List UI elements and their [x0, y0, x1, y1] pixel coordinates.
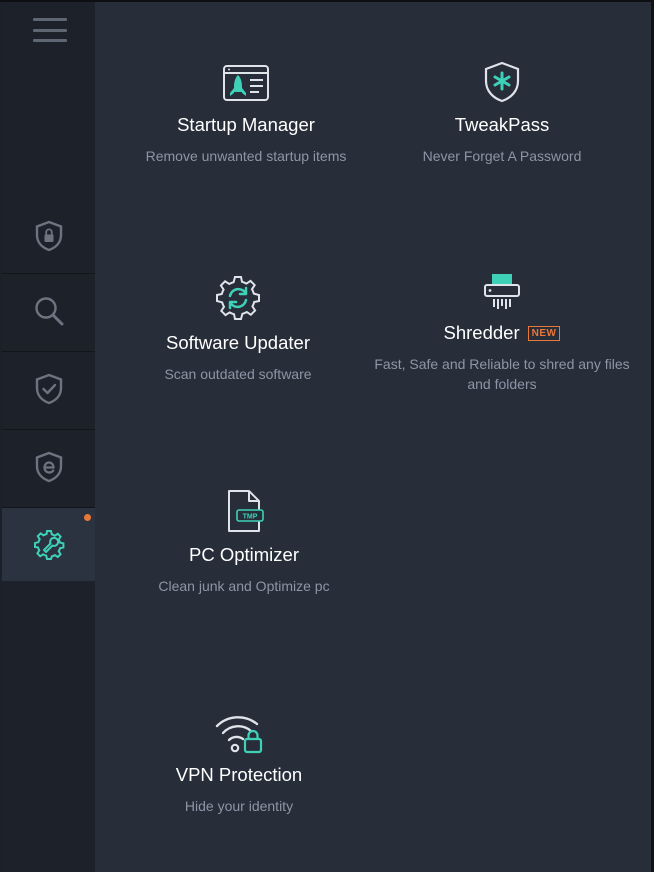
startup-rocket-icon: [223, 65, 269, 101]
tile-title: TweakPass: [454, 114, 550, 135]
tile-title: Startup Manager: [177, 114, 315, 135]
tile-title: VPN Protection: [175, 764, 303, 785]
shredder-title: Shredder: [443, 322, 520, 343]
sidebar-item-web-protection[interactable]: [2, 429, 95, 503]
tile-title: PC Optimizer: [189, 544, 299, 565]
shield-asterisk-icon: [484, 61, 520, 103]
gear-refresh-icon: [216, 276, 260, 320]
shredder-icon: [484, 274, 520, 309]
tools-panel: Startup Manager Remove unwanted startup …: [95, 2, 651, 872]
tile-pc-optimizer[interactable]: TMP PC Optimizer Clean junk and Optimize…: [124, 488, 364, 596]
new-badge: NEW: [527, 326, 561, 341]
tile-vpn-protection[interactable]: VPN Protection Hide your identity: [119, 710, 359, 816]
tile-description: Fast, Safe and Reliable to shred any fil…: [374, 356, 630, 392]
shield-check-icon: [35, 373, 62, 404]
tmp-label: TMP: [243, 514, 258, 521]
sidebar-item-tools[interactable]: [2, 507, 95, 581]
tile-description: Scan outdated software: [164, 366, 312, 382]
wifi-lock-icon: [215, 716, 263, 754]
sidebar-item-protection[interactable]: [2, 199, 95, 273]
tile-description: Clean junk and Optimize pc: [158, 578, 330, 594]
tile-title: Shredder NEW: [366, 322, 638, 344]
gear-wrench-icon: [33, 529, 64, 560]
tile-description: Remove unwanted startup items: [145, 148, 347, 164]
tmp-file-icon: TMP: [228, 490, 264, 532]
shield-lock-icon: [35, 220, 62, 252]
tile-description: Hide your identity: [184, 798, 294, 814]
tile-description: Never Forget A Password: [422, 148, 582, 164]
tile-shredder[interactable]: Shredder NEW Fast, Safe and Reliable to s…: [366, 272, 638, 394]
sidebar-item-scan[interactable]: [2, 273, 95, 347]
tile-software-updater[interactable]: Software Updater Scan outdated software: [118, 274, 358, 384]
tile-tweakpass[interactable]: TweakPass Never Forget A Password: [382, 60, 622, 166]
tile-startup-manager[interactable]: Startup Manager Remove unwanted startup …: [126, 62, 366, 166]
sidebar: [2, 2, 95, 872]
hamburger-menu-icon[interactable]: [33, 16, 67, 44]
tile-title: Software Updater: [166, 332, 310, 353]
notification-dot: [84, 514, 91, 521]
shield-e-icon: [35, 451, 62, 482]
sidebar-item-security[interactable]: [2, 351, 95, 425]
search-icon: [34, 296, 63, 325]
